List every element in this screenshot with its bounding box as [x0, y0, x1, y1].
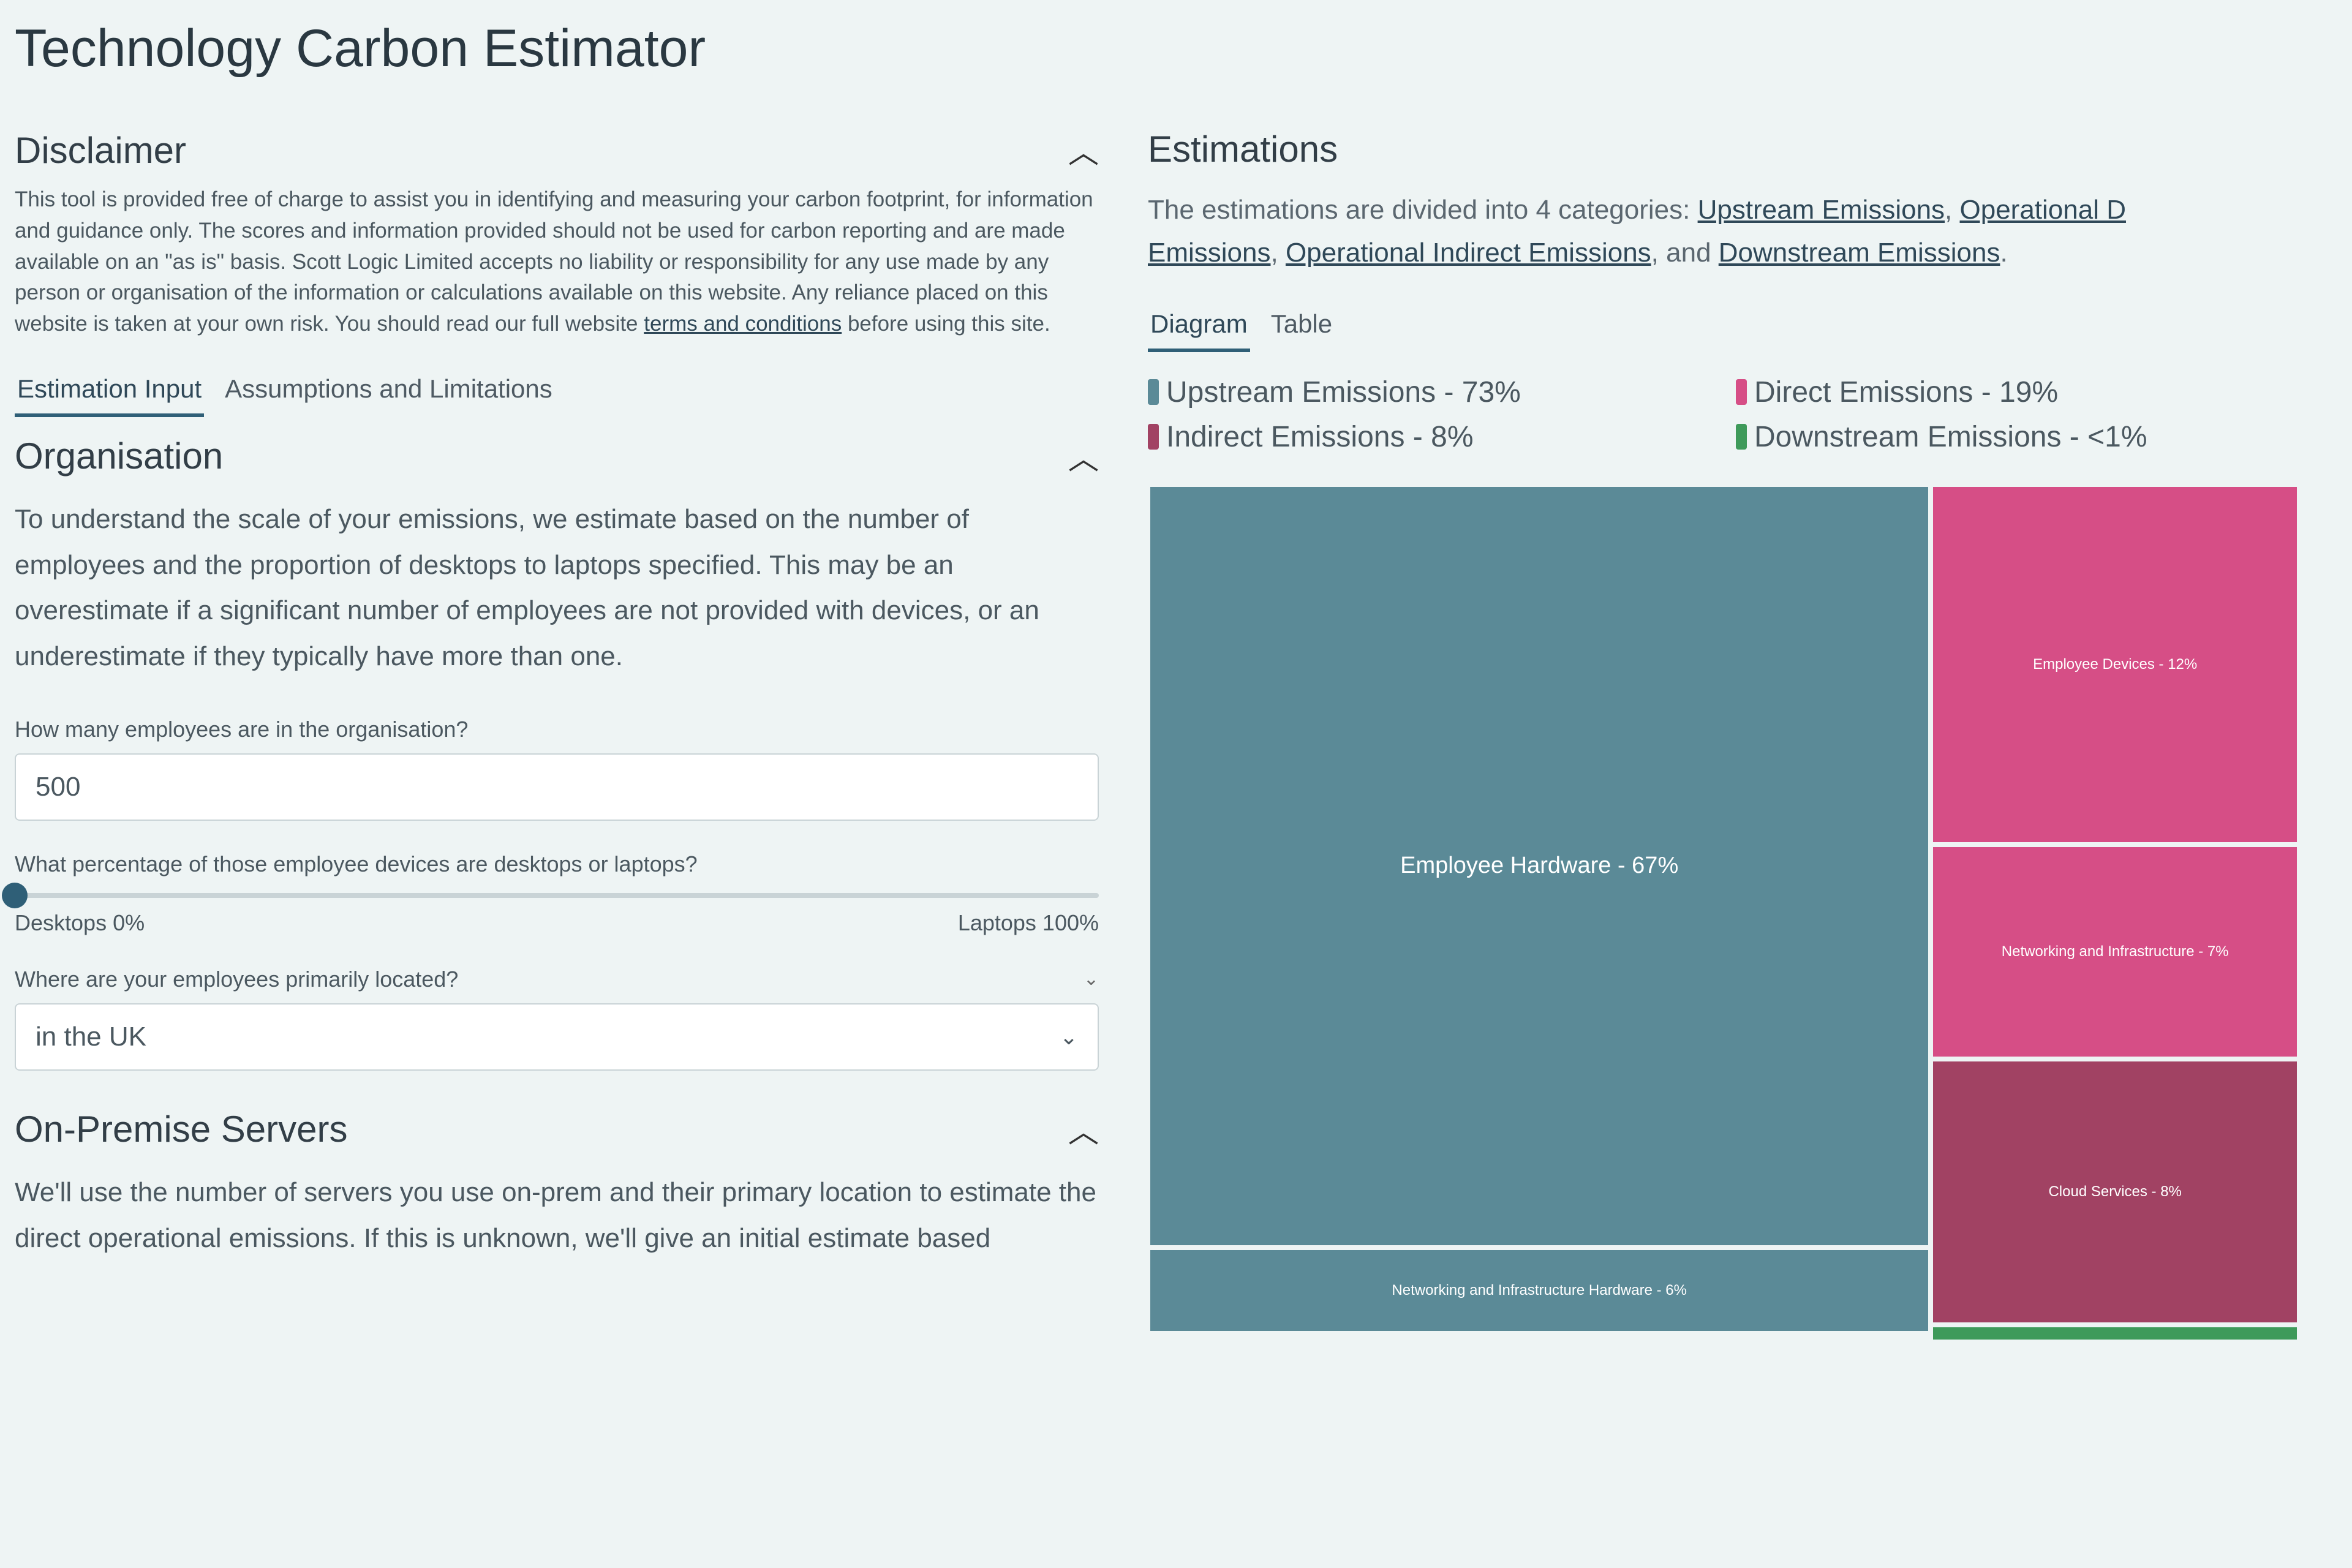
view-tabs: Diagram Table	[1148, 306, 2299, 351]
employees-input[interactable]	[15, 753, 1099, 821]
estimations-heading: Estimations	[1148, 128, 2299, 170]
chevron-down-icon: ⌄	[1084, 968, 1099, 990]
slider-label-left: Desktops 0%	[15, 910, 145, 936]
legend-upstream-label: Upstream Emissions - 73%	[1166, 375, 1521, 409]
onprem-desc: We'll use the number of servers you use …	[15, 1170, 1099, 1262]
chevron-up-icon: ︿	[1068, 434, 1099, 478]
left-column: Disclaimer ︿ This tool is provided free …	[15, 128, 1099, 1342]
onprem-heading: On-Premise Servers	[15, 1108, 347, 1150]
legend-direct-label: Direct Emissions - 19%	[1754, 375, 2058, 409]
terms-link[interactable]: terms and conditions	[644, 312, 842, 336]
tm-employee-devices-label: Employee Devices - 12%	[2027, 649, 2203, 680]
location-field: Where are your employees primarily locat…	[15, 967, 1099, 1071]
link-indirect[interactable]: Operational Indirect Emissions	[1286, 238, 1651, 268]
legend-upstream: Upstream Emissions - 73%	[1148, 375, 1711, 409]
input-tabs: Estimation Input Assumptions and Limitat…	[15, 371, 1099, 416]
tm-networking-hardware[interactable]: Networking and Infrastructure Hardware -…	[1148, 1248, 1931, 1333]
tm-networking-infra[interactable]: Networking and Infrastructure - 7%	[1931, 845, 2299, 1059]
disclaimer-heading: Disclaimer	[15, 129, 186, 172]
right-column: Estimations The estimations are divided …	[1148, 128, 2299, 1342]
organisation-heading: Organisation	[15, 435, 223, 477]
treemap: Employee Hardware - 67% Networking and I…	[1148, 484, 2299, 1342]
legend-downstream-label: Downstream Emissions - <1%	[1754, 420, 2147, 454]
disclaimer-text-post: before using this site.	[848, 312, 1050, 336]
slider-label-right: Laptops 100%	[958, 910, 1099, 936]
legend-downstream: Downstream Emissions - <1%	[1736, 420, 2299, 454]
tm-cloud-services[interactable]: Cloud Services - 8%	[1931, 1059, 2299, 1325]
chevron-down-icon: ⌄	[1060, 1024, 1078, 1050]
onprem-header[interactable]: On-Premise Servers ︿	[15, 1107, 1099, 1152]
link-downstream[interactable]: Downstream Emissions	[1719, 238, 2000, 268]
legend: Upstream Emissions - 73% Direct Emission…	[1148, 375, 2299, 454]
disclaimer-header[interactable]: Disclaimer ︿	[15, 128, 1099, 172]
tm-downstream[interactable]	[1931, 1325, 2299, 1342]
tab-estimation-input[interactable]: Estimation Input	[15, 371, 204, 416]
page-title: Technology Carbon Estimator	[15, 18, 2337, 79]
legend-indirect-label: Indirect Emissions - 8%	[1166, 420, 1474, 454]
slider-line	[15, 893, 1099, 898]
legend-direct: Direct Emissions - 19%	[1736, 375, 2299, 409]
link-operational-d[interactable]: Operational D	[1960, 195, 2126, 225]
location-value: in the UK	[36, 1022, 146, 1052]
tm-employee-hardware[interactable]: Employee Hardware - 67%	[1148, 484, 1931, 1248]
employees-field: How many employees are in the organisati…	[15, 717, 1099, 821]
disclaimer-body: This tool is provided free of charge to …	[15, 184, 1099, 340]
tab-table[interactable]: Table	[1268, 306, 1335, 351]
device-mix-label: What percentage of those employee device…	[15, 851, 1099, 877]
tm-employee-devices[interactable]: Employee Devices - 12%	[1931, 484, 2299, 845]
employees-label: How many employees are in the organisati…	[15, 717, 1099, 742]
chevron-up-icon: ︿	[1068, 1107, 1099, 1152]
tm-networking-infra-label: Networking and Infrastructure - 7%	[1996, 936, 2235, 967]
organisation-desc: To understand the scale of your emission…	[15, 497, 1099, 680]
swatch-upstream	[1148, 379, 1159, 405]
estimations-desc: The estimations are divided into 4 categ…	[1148, 189, 2299, 275]
organisation-header[interactable]: Organisation ︿	[15, 434, 1099, 478]
device-mix-slider[interactable]	[15, 889, 1099, 902]
swatch-indirect	[1148, 424, 1159, 450]
tab-diagram[interactable]: Diagram	[1148, 306, 1250, 351]
location-question-row[interactable]: Where are your employees primarily locat…	[15, 967, 1099, 992]
link-emissions[interactable]: Emissions	[1148, 238, 1271, 268]
swatch-downstream	[1736, 424, 1747, 450]
link-upstream[interactable]: Upstream Emissions	[1698, 195, 1945, 225]
tm-employee-hardware-label: Employee Hardware - 67%	[1394, 845, 1684, 887]
swatch-direct	[1736, 379, 1747, 405]
location-select[interactable]: in the UK ⌄	[15, 1003, 1099, 1071]
device-mix-field: What percentage of those employee device…	[15, 851, 1099, 936]
chevron-up-icon: ︿	[1068, 128, 1099, 172]
tm-cloud-services-label: Cloud Services - 8%	[2042, 1176, 2187, 1207]
tm-networking-hardware-label: Networking and Infrastructure Hardware -…	[1385, 1275, 1693, 1306]
slider-thumb[interactable]	[2, 883, 28, 908]
location-label: Where are your employees primarily locat…	[15, 967, 458, 992]
est-desc-pre: The estimations are divided into 4 categ…	[1148, 195, 1698, 225]
tab-assumptions[interactable]: Assumptions and Limitations	[222, 371, 555, 416]
legend-indirect: Indirect Emissions - 8%	[1148, 420, 1711, 454]
